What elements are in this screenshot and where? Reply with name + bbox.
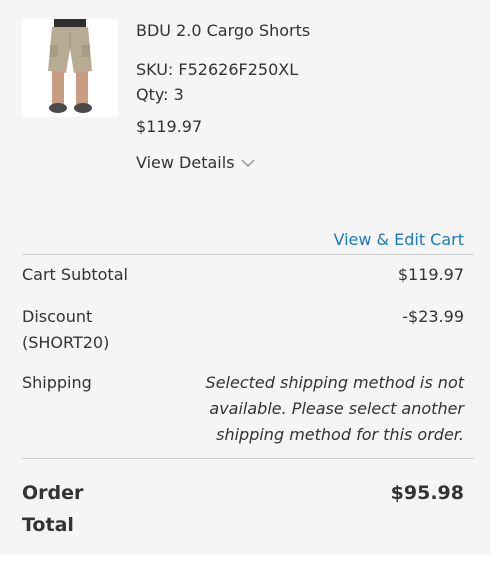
chevron-down-icon bbox=[241, 153, 255, 172]
shipping-message: Selected shipping method is not availabl… bbox=[205, 373, 464, 444]
product-name[interactable]: BDU 2.0 Cargo Shorts bbox=[136, 21, 310, 40]
view-details-toggle[interactable]: View Details bbox=[136, 153, 255, 172]
product-price: $119.97 bbox=[136, 117, 203, 136]
product-qty: Qty: 3 bbox=[136, 85, 184, 104]
order-summary-panel: BDU 2.0 Cargo Shorts SKU: F52626F250XL Q… bbox=[0, 0, 490, 555]
discount-value: -$23.99 bbox=[402, 307, 464, 326]
view-edit-cart-link[interactable]: View & Edit Cart bbox=[333, 230, 464, 249]
order-total-label: Order Total bbox=[22, 482, 84, 536]
cart-subtotal-value: $119.97 bbox=[397, 265, 464, 284]
product-image[interactable] bbox=[22, 19, 118, 117]
order-total-value: $95.98 bbox=[390, 482, 464, 504]
product-shorts-photo-icon bbox=[48, 19, 92, 113]
divider bbox=[22, 254, 474, 255]
divider bbox=[22, 458, 474, 459]
cart-subtotal-label: Cart Subtotal bbox=[22, 265, 128, 284]
shipping-label: Shipping bbox=[22, 373, 92, 392]
product-sku: SKU: F52626F250XL bbox=[136, 60, 299, 79]
discount-label: Discount (SHORT20) bbox=[22, 307, 110, 352]
view-details-label: View Details bbox=[136, 153, 235, 172]
